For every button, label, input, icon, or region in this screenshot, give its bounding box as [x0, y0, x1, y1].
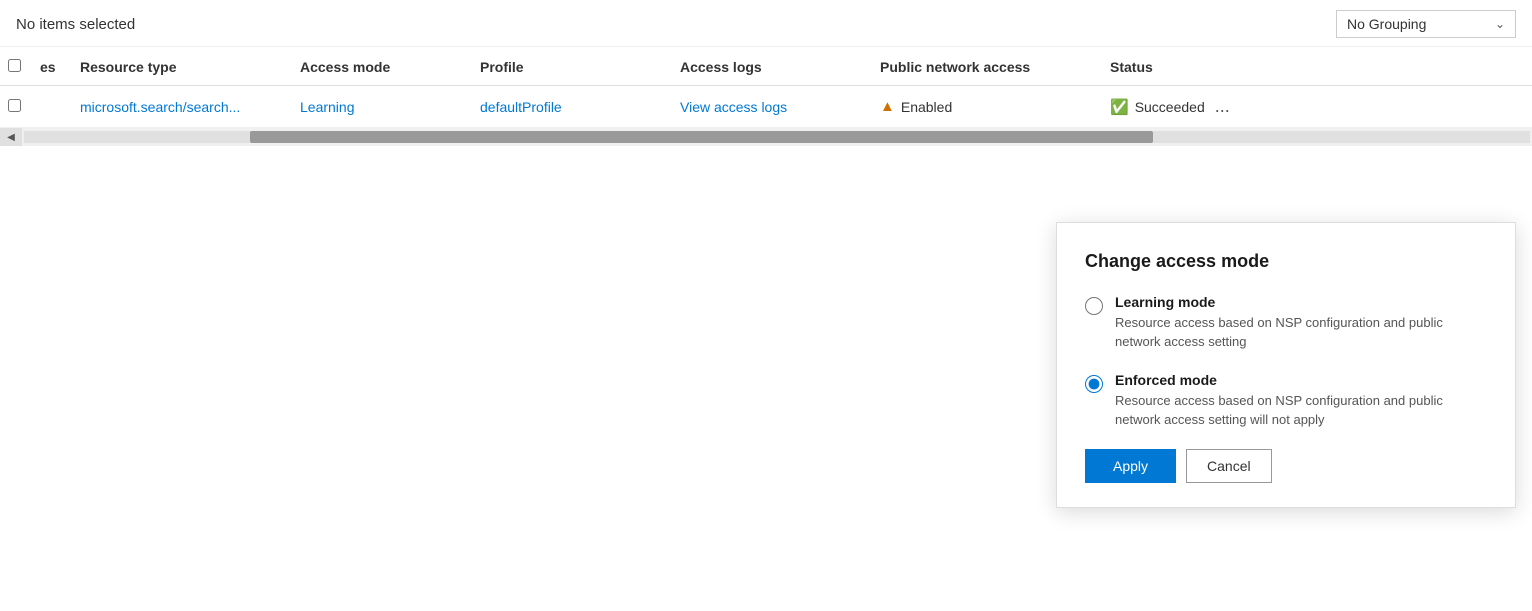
enforced-mode-radio[interactable] [1085, 375, 1103, 393]
popover-title: Change access mode [1085, 251, 1487, 272]
table-row: microsoft.search/search... Learning defa… [0, 86, 1532, 128]
enforced-mode-option[interactable]: Enforced mode Resource access based on N… [1085, 372, 1487, 430]
public-network-status: ▲ Enabled [880, 98, 1102, 115]
grouping-dropdown[interactable]: No Grouping ⌄ [1336, 10, 1516, 38]
row-access-mode[interactable]: Learning [292, 99, 472, 115]
cancel-button[interactable]: Cancel [1186, 449, 1272, 483]
learning-mode-label-block: Learning mode Resource access based on N… [1115, 294, 1487, 352]
select-all-checkbox[interactable] [8, 59, 21, 72]
access-logs-link[interactable]: View access logs [680, 99, 787, 115]
row-status: ✅ Succeeded ... [1102, 96, 1302, 117]
learning-mode-option[interactable]: Learning mode Resource access based on N… [1085, 294, 1487, 352]
header-access-logs: Access logs [672, 59, 872, 75]
row-profile[interactable]: defaultProfile [472, 99, 672, 115]
table-header: es Resource type Access mode Profile Acc… [0, 47, 1532, 86]
header-profile: Profile [472, 59, 672, 75]
row-public-network: ▲ Enabled [872, 98, 1102, 115]
popover-actions: Apply Cancel [1085, 449, 1487, 483]
status-succeeded: ✅ Succeeded ... [1110, 96, 1302, 117]
enforced-mode-label-block: Enforced mode Resource access based on N… [1115, 372, 1487, 430]
header-access-mode: Access mode [292, 59, 472, 75]
row-resource-type[interactable]: microsoft.search/search... [72, 99, 292, 115]
status-label: Succeeded [1135, 99, 1205, 115]
learning-mode-label: Learning mode [1115, 294, 1487, 310]
success-icon: ✅ [1110, 98, 1129, 116]
learning-mode-description: Resource access based on NSP configurati… [1115, 315, 1443, 349]
header-status: Status [1102, 59, 1302, 75]
top-bar: No items selected No Grouping ⌄ [0, 0, 1532, 47]
profile-link[interactable]: defaultProfile [480, 99, 562, 115]
header-public-network: Public network access [872, 59, 1102, 75]
public-network-label: Enabled [901, 99, 952, 115]
resource-type-link[interactable]: microsoft.search/search... [80, 99, 240, 115]
scroll-track[interactable] [24, 131, 1530, 143]
header-es-col: es [36, 59, 72, 75]
chevron-down-icon: ⌄ [1495, 17, 1505, 31]
enforced-mode-label: Enforced mode [1115, 372, 1487, 388]
more-options-icon[interactable]: ... [1215, 96, 1230, 117]
scroll-thumb[interactable] [250, 131, 1154, 143]
row-checkbox-col [0, 99, 36, 115]
change-access-mode-popover: Change access mode Learning mode Resourc… [1056, 222, 1516, 508]
row-access-logs[interactable]: View access logs [672, 99, 872, 115]
warning-icon: ▲ [880, 98, 895, 115]
header-resource-type: Resource type [72, 59, 292, 75]
no-items-label: No items selected [16, 16, 135, 33]
scroll-left-button[interactable]: ◀ [0, 128, 22, 146]
access-mode-link[interactable]: Learning [300, 99, 355, 115]
enforced-mode-description: Resource access based on NSP configurati… [1115, 393, 1443, 427]
header-checkbox-col [0, 59, 36, 75]
row-checkbox[interactable] [8, 99, 21, 112]
grouping-label: No Grouping [1347, 16, 1426, 32]
learning-mode-radio[interactable] [1085, 297, 1103, 315]
horizontal-scrollbar[interactable]: ◀ [0, 128, 1532, 146]
apply-button[interactable]: Apply [1085, 449, 1176, 483]
